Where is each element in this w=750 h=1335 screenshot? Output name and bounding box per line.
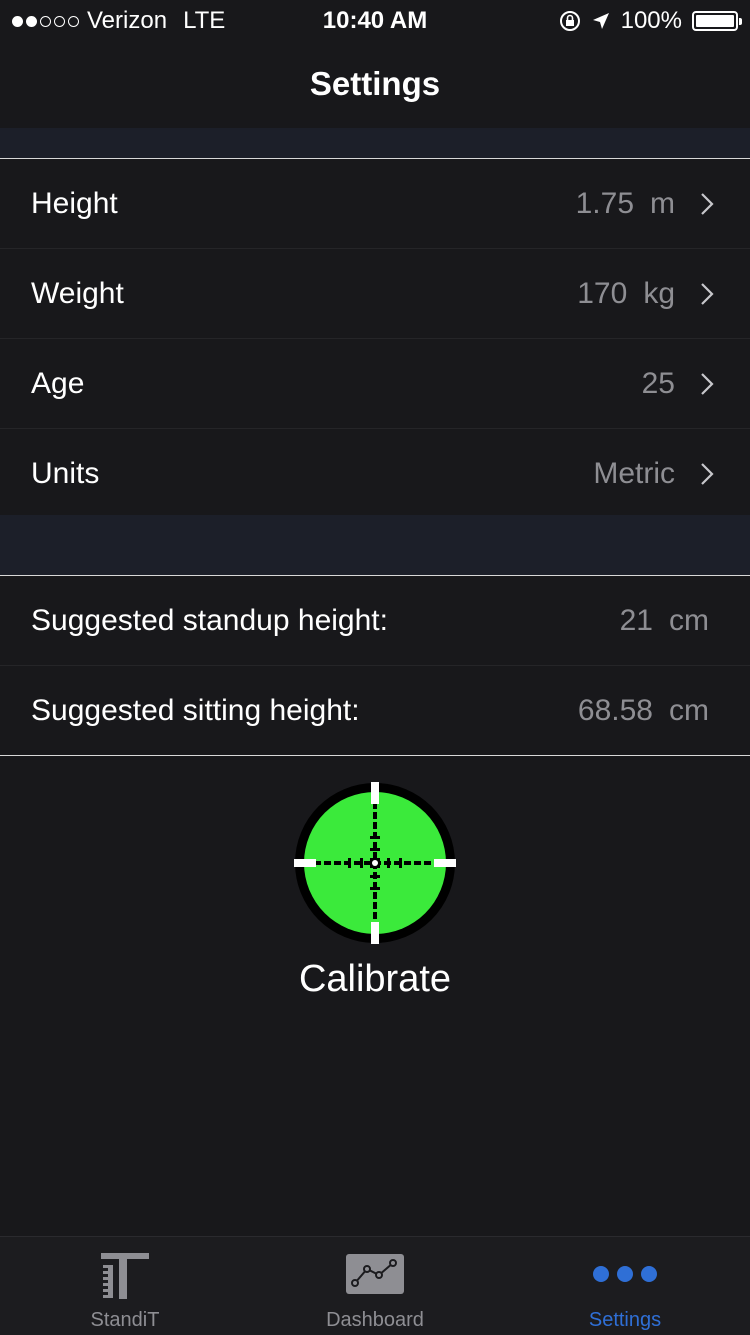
sitting-height-label: Suggested sitting height: xyxy=(31,693,360,727)
more-dots-icon xyxy=(593,1266,657,1282)
sitting-height-number: 68.58 xyxy=(577,693,653,727)
age-value: 25 xyxy=(642,367,675,401)
chevron-right-icon xyxy=(701,193,714,215)
network-type: LTE xyxy=(183,7,226,34)
age-row[interactable]: Age 25 xyxy=(0,339,750,429)
sitting-height-value: 68.58 cm xyxy=(578,694,709,728)
navigation-bar: Settings xyxy=(0,40,750,128)
tab-standit-label: StandiT xyxy=(90,1309,160,1331)
chevron-right-icon xyxy=(701,463,714,485)
sitting-height-row: Suggested sitting height: 68.58 cm xyxy=(0,666,750,755)
units-value: Metric xyxy=(593,457,675,491)
standup-height-number: 21 xyxy=(619,603,653,637)
standup-height-label: Suggested standup height: xyxy=(31,603,388,637)
tab-dashboard-label: Dashboard xyxy=(326,1309,424,1331)
standup-height-unit: cm xyxy=(669,603,709,637)
tab-settings[interactable]: Settings xyxy=(500,1237,750,1335)
page-title: Settings xyxy=(309,65,441,102)
tab-dashboard[interactable]: Dashboard xyxy=(250,1237,500,1335)
signal-strength-icon xyxy=(12,15,79,27)
age-label: Age xyxy=(31,366,85,400)
status-right: 100% xyxy=(559,7,742,35)
height-value: 1.75 m xyxy=(576,187,675,221)
sitting-height-unit: cm xyxy=(669,693,709,727)
weight-label: Weight xyxy=(31,276,124,310)
profile-settings-group: Height 1.75 m Weight 170 kg Age 25 Units… xyxy=(0,158,750,519)
weight-number: 170 xyxy=(577,276,628,310)
tab-standit[interactable]: StandiT xyxy=(0,1237,250,1335)
height-row[interactable]: Height 1.75 m xyxy=(0,159,750,249)
standup-height-row: Suggested standup height: 21 cm xyxy=(0,576,750,666)
weight-value: 170 kg xyxy=(577,277,675,311)
calibrate-label: Calibrate xyxy=(298,958,452,1000)
height-unit: m xyxy=(650,186,675,220)
units-text: Metric xyxy=(593,456,675,490)
orientation-lock-icon xyxy=(559,11,580,31)
calibrate-button[interactable]: Calibrate xyxy=(275,778,475,1008)
units-label: Units xyxy=(31,456,100,490)
tab-settings-label: Settings xyxy=(588,1309,662,1331)
age-number: 25 xyxy=(641,366,675,400)
status-left: Verizon LTE xyxy=(12,7,225,35)
chevron-right-icon xyxy=(701,373,714,395)
chevron-right-icon xyxy=(701,283,714,305)
suggested-heights-group: Suggested standup height: 21 cm Suggeste… xyxy=(0,575,750,756)
chart-icon xyxy=(346,1254,404,1294)
tab-bar: StandiT Dashboard Settings xyxy=(0,1236,750,1335)
units-row[interactable]: Units Metric xyxy=(0,429,750,518)
status-bar: Verizon LTE 10:40 AM 100% xyxy=(0,0,750,40)
height-number: 1.75 xyxy=(575,186,634,220)
battery-icon xyxy=(692,11,742,31)
weight-row[interactable]: Weight 170 kg xyxy=(0,249,750,339)
carrier-name: Verizon xyxy=(87,7,168,34)
standup-height-value: 21 cm xyxy=(620,604,709,638)
section-spacer xyxy=(0,515,750,575)
location-arrow-icon xyxy=(592,13,609,29)
battery-percentage: 100% xyxy=(620,7,682,34)
section-spacer xyxy=(0,128,750,158)
weight-unit: kg xyxy=(643,276,675,310)
height-label: Height xyxy=(31,186,118,220)
standit-logo-icon xyxy=(101,1253,149,1299)
crosshair-icon xyxy=(294,782,456,944)
